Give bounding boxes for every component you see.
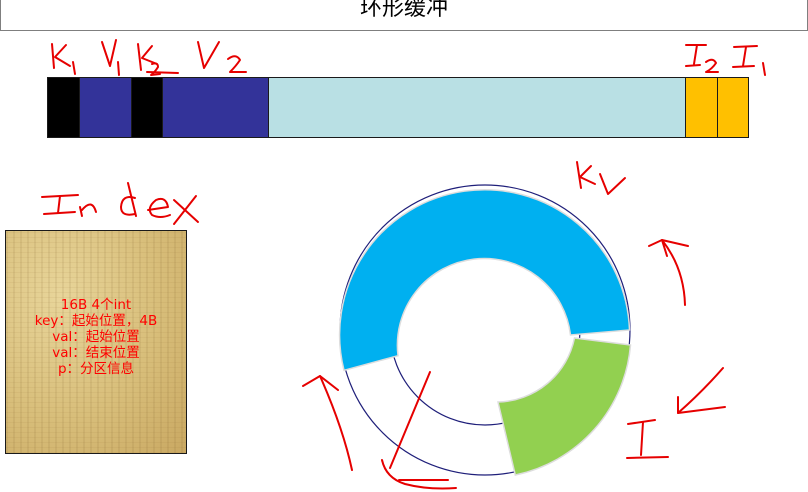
label-i1 (732, 45, 766, 76)
arrow-left (302, 375, 353, 471)
label-i (626, 419, 669, 459)
label-k2 (137, 43, 179, 76)
diagram-overlay (41, 39, 766, 490)
label-k1 (51, 43, 76, 75)
arrow-right-lower (677, 367, 726, 414)
label-i2 (685, 44, 719, 73)
label-v2 (197, 41, 247, 73)
arrow-right-up (648, 239, 689, 306)
ring-diagram (338, 184, 632, 476)
label-kv (576, 161, 626, 195)
label-v1 (101, 39, 120, 76)
label-index (41, 182, 199, 225)
